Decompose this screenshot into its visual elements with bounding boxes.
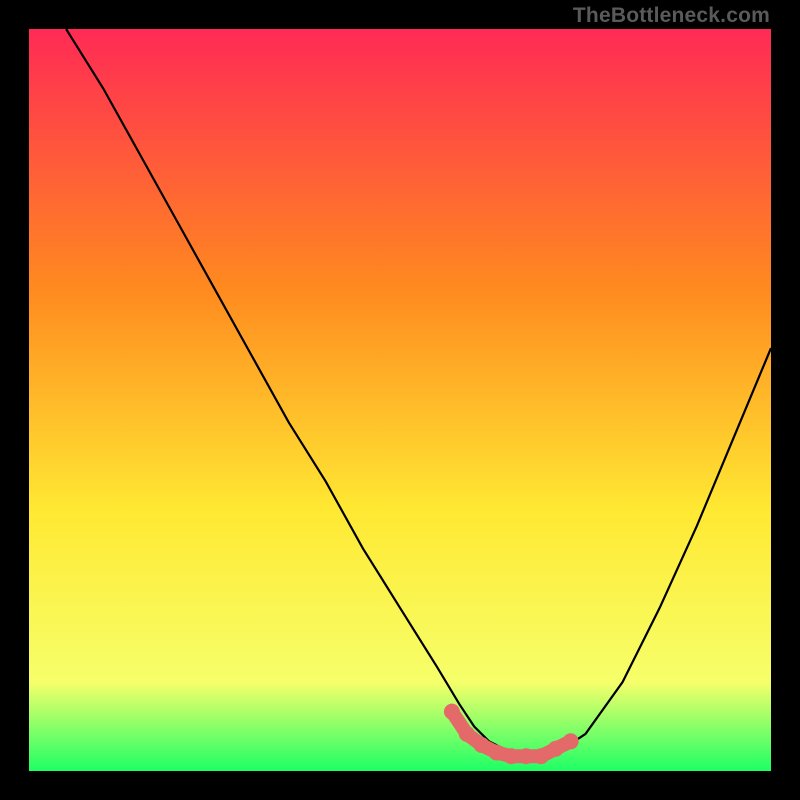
marker-point <box>518 748 534 764</box>
bottleneck-chart <box>29 29 771 771</box>
marker-point <box>474 737 490 753</box>
marker-point <box>533 748 549 764</box>
marker-point <box>503 748 519 764</box>
watermark-text: TheBottleneck.com <box>573 4 770 28</box>
gradient-background <box>29 29 771 771</box>
chart-frame <box>29 29 771 771</box>
marker-point <box>459 726 475 742</box>
marker-point <box>548 741 564 757</box>
marker-point <box>563 733 579 749</box>
marker-point <box>489 745 505 761</box>
marker-point <box>444 704 460 720</box>
